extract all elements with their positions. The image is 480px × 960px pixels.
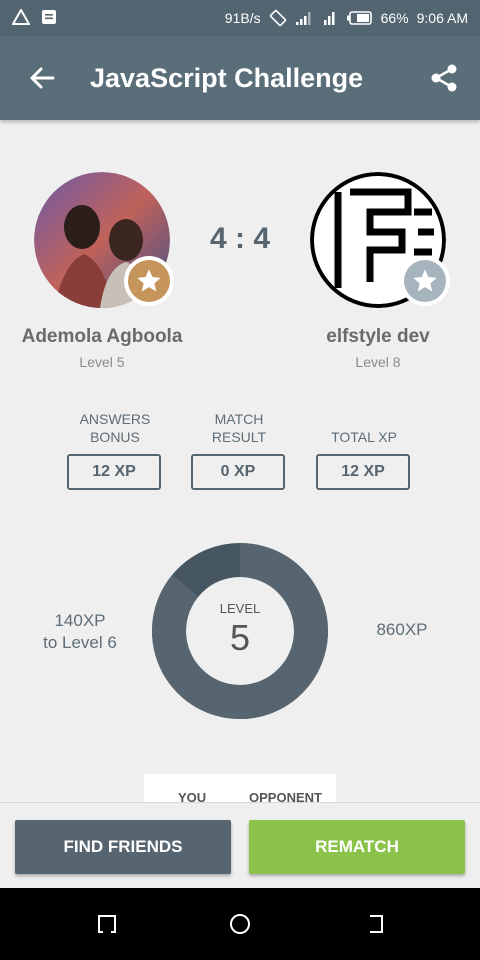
data-signal-icon xyxy=(321,9,339,27)
share-icon xyxy=(431,64,457,92)
battery-percent: 66% xyxy=(380,10,409,26)
star-icon xyxy=(413,269,437,292)
player-name: elfstyle dev xyxy=(326,326,430,347)
battery-icon xyxy=(346,9,373,27)
stat-match-result: MATCH RESULT 0 XP xyxy=(191,410,287,490)
stat-label: ANSWERS BONUS xyxy=(79,411,151,445)
stat-value: 12 XP xyxy=(67,454,161,490)
back-nav-button[interactable] xyxy=(362,912,386,936)
player-card-opponent: elfstyle dev Level 8 xyxy=(278,172,478,370)
stat-label: MATCH RESULT xyxy=(211,411,267,445)
back-nav-icon xyxy=(370,915,383,933)
player-level: Level 8 xyxy=(355,354,401,370)
page-title: JavaScript Challenge xyxy=(90,63,364,93)
find-friends-button[interactable]: FIND FRIENDS xyxy=(15,820,231,874)
stat-value: 12 XP xyxy=(316,454,410,490)
app-bar: JavaScript Challenge xyxy=(0,36,480,120)
signal-icon xyxy=(295,9,313,27)
level-number: 5 xyxy=(229,617,251,658)
status-bar: 91B/s 66% 9:06 AM xyxy=(0,0,480,36)
stat-total-xp: TOTAL XP 12 XP xyxy=(316,410,412,490)
stat-answers-bonus: ANSWERS BONUS 12 XP xyxy=(67,410,163,490)
level-display: LEVEL 5 xyxy=(152,543,328,719)
player-level: Level 5 xyxy=(79,354,125,370)
xp-remaining: 140XP xyxy=(54,611,106,630)
star-icon xyxy=(137,269,161,292)
next-level-label: to Level 6 xyxy=(43,633,117,652)
back-button[interactable] xyxy=(24,60,60,96)
xp-current: 860XP xyxy=(376,620,428,639)
home-icon xyxy=(230,914,250,934)
xp-to-next-level: 140XP to Level 6 xyxy=(30,610,130,654)
share-button[interactable] xyxy=(426,60,462,96)
level-badge xyxy=(400,256,450,306)
home-button[interactable] xyxy=(228,912,252,936)
action-bar: FIND FRIENDS REMATCH xyxy=(0,802,480,888)
stat-value: 0 XP xyxy=(191,454,285,490)
player-card-self: Ademola Agboola Level 5 xyxy=(2,172,202,370)
recent-apps-button[interactable] xyxy=(95,912,119,936)
rematch-button[interactable]: REMATCH xyxy=(249,820,465,874)
network-speed: 91B/s xyxy=(224,10,261,26)
arrow-left-icon xyxy=(30,67,55,89)
match-score: 4 : 4 xyxy=(209,222,271,255)
system-nav-bar xyxy=(0,888,480,960)
level-label: LEVEL xyxy=(219,601,261,616)
player-name: Ademola Agboola xyxy=(21,326,183,347)
stat-label: TOTAL XP xyxy=(331,429,397,445)
warning-triangle-icon xyxy=(12,8,30,26)
recent-apps-icon xyxy=(98,915,116,933)
clock: 9:06 AM xyxy=(416,10,468,26)
message-icon xyxy=(40,8,58,26)
level-badge xyxy=(124,256,174,306)
rotate-icon xyxy=(269,9,287,27)
